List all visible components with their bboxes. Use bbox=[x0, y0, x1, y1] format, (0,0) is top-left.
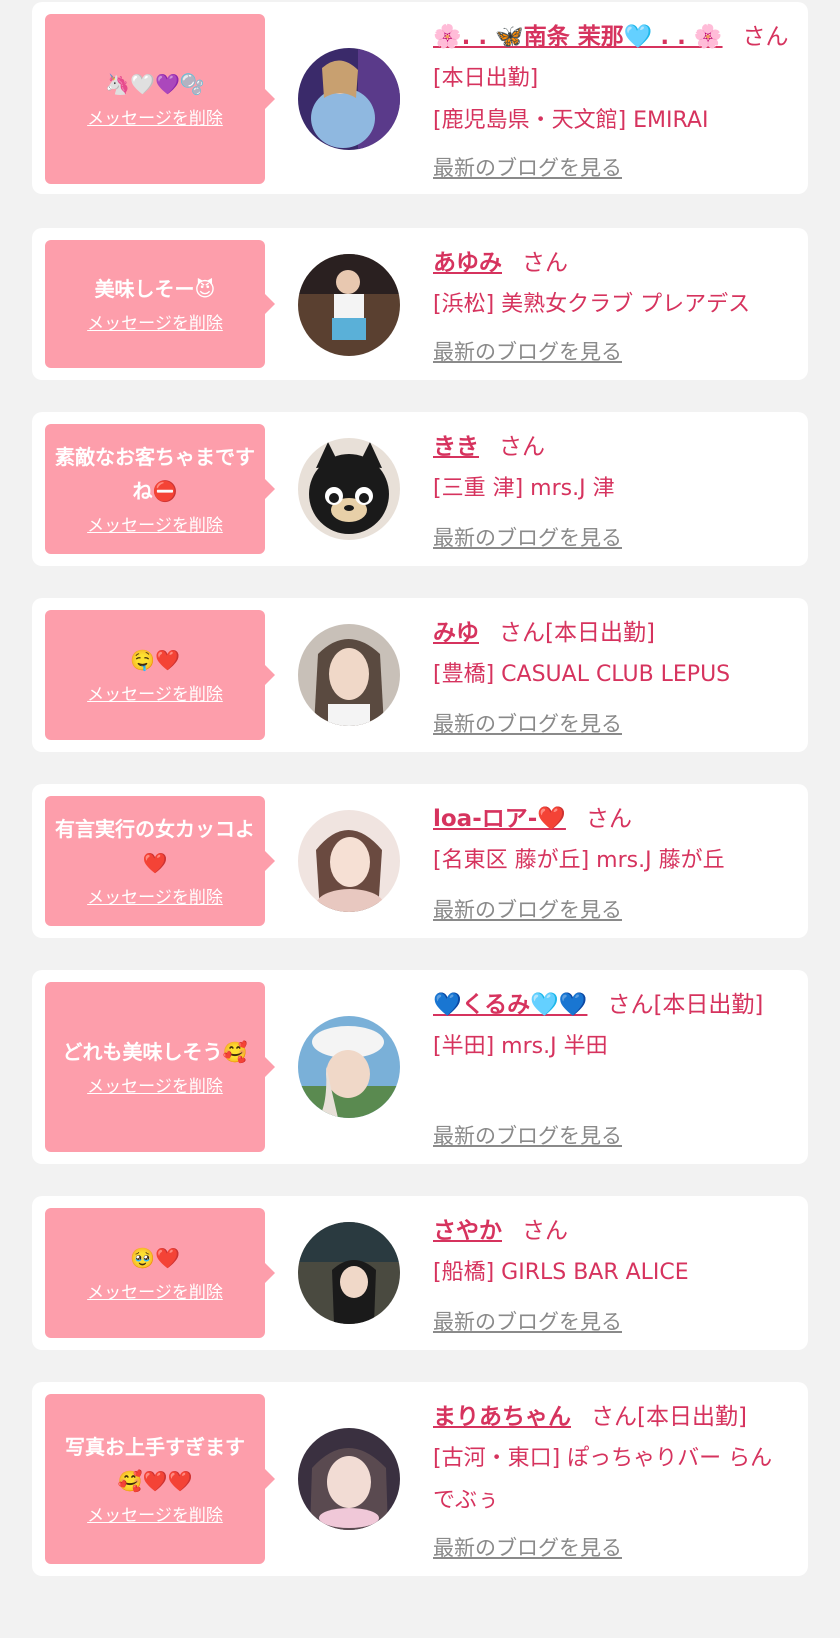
sender-info: さやか さん [船橋] GIRLS BAR ALICE bbox=[433, 1210, 792, 1294]
shop-line: [名東区 藤が丘] mrs.J 藤が丘 bbox=[433, 848, 725, 873]
sender-name-link[interactable]: きき bbox=[433, 434, 479, 460]
shop-line: [船橋] GIRLS BAR ALICE bbox=[433, 1260, 689, 1285]
info-line: [本日出勤] bbox=[433, 66, 539, 91]
sender-info: まりあちゃん さん[本日出勤] [古河・東口] ぽっちゃりバー らんでぶぅ bbox=[433, 1396, 792, 1522]
delete-message-link[interactable]: メッセージを削除 bbox=[87, 683, 223, 707]
shop-line: [浜松] 美熟女クラブ プレアデス bbox=[433, 292, 751, 317]
sender-name-link[interactable]: さやか bbox=[433, 1218, 502, 1244]
sender-name-line: みゆ さん[本日出勤] bbox=[433, 612, 792, 654]
shop-line: [古河・東口] ぽっちゃりバー らんでぶぅ bbox=[433, 1446, 773, 1513]
sender-info: あゆみ さん [浜松] 美熟女クラブ プレアデス bbox=[433, 242, 792, 326]
avatar[interactable] bbox=[298, 624, 400, 726]
sender-name-link[interactable]: 🌸. . 🦋南条 茉那🩵 . . 🌸 bbox=[433, 24, 723, 50]
message-bubble: 有言実行の女カッコよ❤️ メッセージを削除 bbox=[45, 796, 275, 926]
message-list: 🦄🤍💜🫧 メッセージを削除 🌸. . 🦋南条 茉那🩵 . . 🌸 さん [本日出勤… bbox=[0, 0, 840, 1638]
sender-name-link[interactable]: loa-ロア-❤️ bbox=[433, 806, 566, 832]
message-bubble: 美味しそー😈 メッセージを削除 bbox=[45, 240, 275, 368]
honorific: さん bbox=[742, 24, 789, 50]
shop-line: [半田] mrs.J 半田 bbox=[433, 1034, 608, 1059]
sender-info: きき さん [三重 津] mrs.J 津 bbox=[433, 426, 792, 510]
delete-message-link[interactable]: メッセージを削除 bbox=[87, 1075, 223, 1099]
message-text: 美味しそー😈 bbox=[94, 277, 216, 301]
sender-name-line: 🌸. . 🦋南条 茉那🩵 . . 🌸 さん bbox=[433, 16, 792, 58]
message-card: 🦄🤍💜🫧 メッセージを削除 🌸. . 🦋南条 茉那🩵 . . 🌸 さん [本日出勤… bbox=[32, 2, 808, 194]
message-card: 有言実行の女カッコよ❤️ メッセージを削除 loa-ロア-❤️ さん [名東区 藤… bbox=[32, 784, 808, 938]
sender-name-link[interactable]: 💙くるみ🩵💙 bbox=[433, 992, 587, 1018]
shop-line: [三重 津] mrs.J 津 bbox=[433, 476, 615, 501]
sender-info: みゆ さん[本日出勤] [豊橋] CASUAL CLUB LEPUS bbox=[433, 612, 792, 696]
sender-name-line: loa-ロア-❤️ さん bbox=[433, 798, 792, 840]
sender-name-line: まりあちゃん さん[本日出勤] bbox=[433, 1396, 792, 1438]
view-blog-link[interactable]: 最新のブログを見る bbox=[433, 522, 622, 552]
view-blog-link[interactable]: 最新のブログを見る bbox=[433, 1532, 622, 1562]
delete-message-link[interactable]: メッセージを削除 bbox=[87, 514, 223, 538]
message-text: 🦄🤍💜🫧 bbox=[105, 72, 205, 96]
delete-message-link[interactable]: メッセージを削除 bbox=[87, 886, 223, 910]
message-bubble: 写真お上手すぎます🥰❤️❤️ メッセージを削除 bbox=[45, 1394, 275, 1564]
avatar[interactable] bbox=[298, 1222, 400, 1324]
message-bubble: 素敵なお客ちゃまですね⛔ メッセージを削除 bbox=[45, 424, 275, 554]
shop-line: [鹿児島県・天文館] EMIRAI bbox=[433, 108, 709, 133]
honorific: さん[本日出勤] bbox=[591, 1404, 747, 1430]
honorific: さん[本日出勤] bbox=[499, 620, 655, 646]
message-text: 写真お上手すぎます🥰❤️❤️ bbox=[65, 1435, 245, 1493]
message-bubble: 🤤❤️ メッセージを削除 bbox=[45, 610, 275, 740]
message-card: 写真お上手すぎます🥰❤️❤️ メッセージを削除 まりあちゃん さん[本日出勤] [… bbox=[32, 1382, 808, 1576]
avatar[interactable] bbox=[298, 810, 400, 912]
sender-name-line: きき さん bbox=[433, 426, 792, 468]
view-blog-link[interactable]: 最新のブログを見る bbox=[433, 708, 622, 738]
message-text: 🥹❤️ bbox=[130, 1246, 180, 1270]
message-card: どれも美味しそう🥰 メッセージを削除 💙くるみ🩵💙 さん[本日出勤] [半田] m… bbox=[32, 970, 808, 1164]
avatar[interactable] bbox=[298, 254, 400, 356]
sender-name-link[interactable]: みゆ bbox=[433, 620, 479, 646]
sender-name-line: あゆみ さん bbox=[433, 242, 792, 284]
delete-message-link[interactable]: メッセージを削除 bbox=[87, 107, 223, 131]
sender-name-link[interactable]: あゆみ bbox=[433, 250, 502, 276]
view-blog-link[interactable]: 最新のブログを見る bbox=[433, 336, 622, 366]
message-bubble: どれも美味しそう🥰 メッセージを削除 bbox=[45, 982, 275, 1152]
message-card: 素敵なお客ちゃまですね⛔ メッセージを削除 きき さん [三重 津] mrs.J … bbox=[32, 412, 808, 566]
honorific: さん bbox=[585, 806, 632, 832]
message-card: 🥹❤️ メッセージを削除 さやか さん [船橋] GIRLS BAR ALICE … bbox=[32, 1196, 808, 1350]
message-card: 美味しそー😈 メッセージを削除 あゆみ さん [浜松] 美熟女クラブ プレアデス … bbox=[32, 228, 808, 380]
honorific: さん bbox=[522, 250, 568, 276]
avatar[interactable] bbox=[298, 48, 400, 150]
view-blog-link[interactable]: 最新のブログを見る bbox=[433, 1120, 622, 1150]
message-text: どれも美味しそう🥰 bbox=[62, 1040, 248, 1064]
sender-info: loa-ロア-❤️ さん [名東区 藤が丘] mrs.J 藤が丘 bbox=[433, 798, 792, 882]
view-blog-link[interactable]: 最新のブログを見る bbox=[433, 894, 622, 924]
honorific: さん bbox=[522, 1218, 568, 1244]
delete-message-link[interactable]: メッセージを削除 bbox=[87, 1504, 223, 1528]
shop-line: [豊橋] CASUAL CLUB LEPUS bbox=[433, 662, 731, 687]
sender-info: 💙くるみ🩵💙 さん[本日出勤] [半田] mrs.J 半田 bbox=[433, 984, 792, 1068]
avatar[interactable] bbox=[298, 1016, 400, 1118]
sender-info: 🌸. . 🦋南条 茉那🩵 . . 🌸 さん [本日出勤] [鹿児島県・天文館] E… bbox=[433, 16, 792, 142]
avatar[interactable] bbox=[298, 438, 400, 540]
sender-name-line: 💙くるみ🩵💙 さん[本日出勤] bbox=[433, 984, 792, 1026]
honorific: さん bbox=[499, 434, 545, 460]
view-blog-link[interactable]: 最新のブログを見る bbox=[433, 1306, 622, 1336]
sender-name-link[interactable]: まりあちゃん bbox=[433, 1404, 571, 1430]
message-text: 🤤❤️ bbox=[130, 648, 180, 672]
view-blog-link[interactable]: 最新のブログを見る bbox=[433, 152, 622, 182]
message-bubble: 🦄🤍💜🫧 メッセージを削除 bbox=[45, 14, 275, 184]
message-card: 🤤❤️ メッセージを削除 みゆ さん[本日出勤] [豊橋] CASUAL CLUB… bbox=[32, 598, 808, 752]
honorific: さん[本日出勤] bbox=[607, 992, 764, 1018]
avatar[interactable] bbox=[298, 1428, 400, 1530]
delete-message-link[interactable]: メッセージを削除 bbox=[87, 312, 223, 336]
delete-message-link[interactable]: メッセージを削除 bbox=[87, 1281, 223, 1305]
sender-name-line: さやか さん bbox=[433, 1210, 792, 1252]
message-text: 有言実行の女カッコよ❤️ bbox=[55, 817, 255, 875]
message-text: 素敵なお客ちゃまですね⛔ bbox=[55, 445, 255, 503]
message-bubble: 🥹❤️ メッセージを削除 bbox=[45, 1208, 275, 1338]
